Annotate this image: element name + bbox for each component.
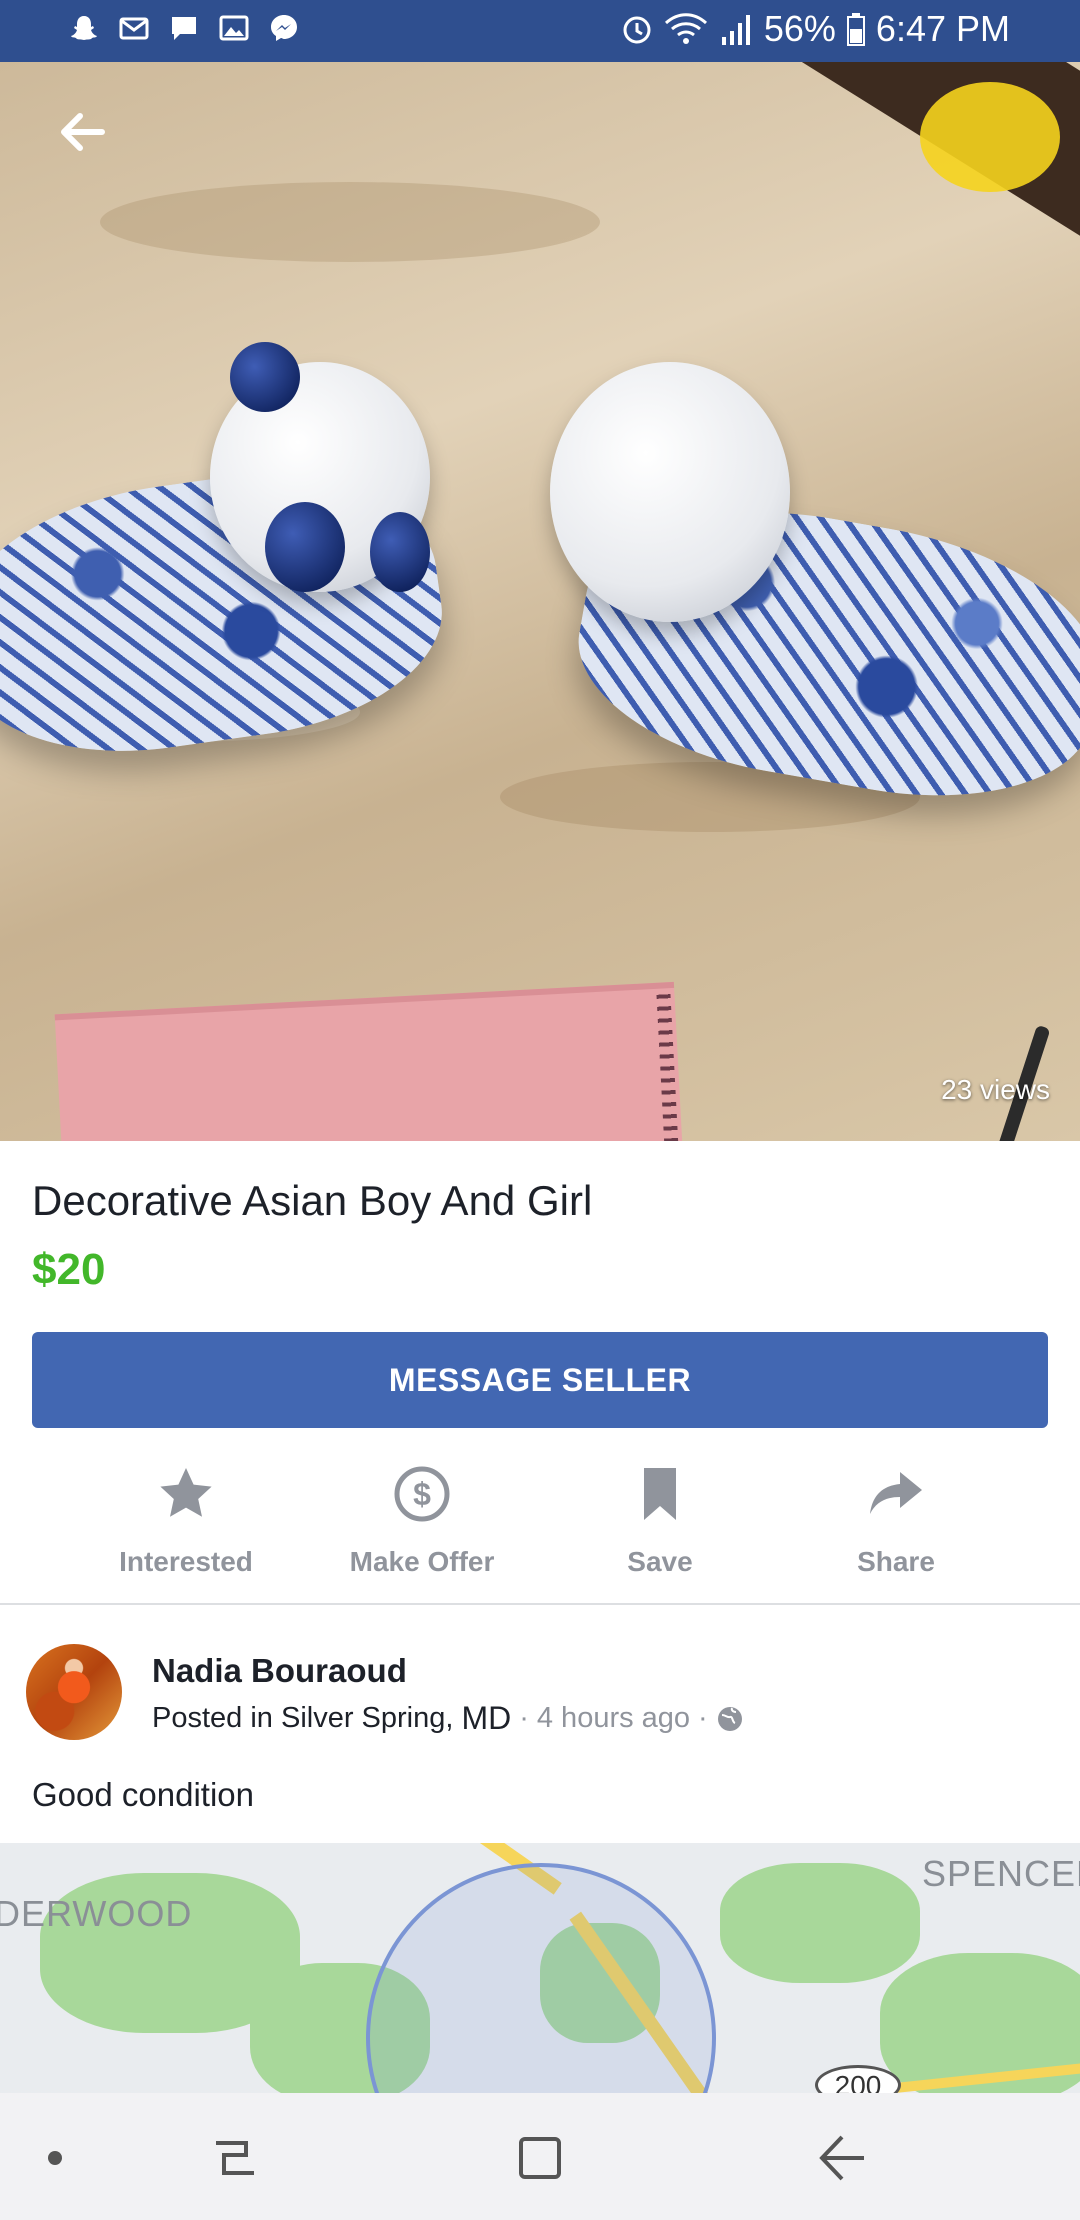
globe-icon	[717, 1706, 742, 1731]
home-icon[interactable]	[505, 2123, 575, 2193]
section-divider	[0, 1603, 1080, 1605]
battery-percent: 56%	[763, 8, 836, 49]
posted-location: Posted in Silver Spring,	[152, 1702, 454, 1734]
seller-avatar[interactable]	[26, 1644, 122, 1740]
messenger-icon	[271, 15, 297, 41]
clock: 6:47 PM	[875, 8, 1010, 49]
back-icon[interactable]	[808, 2123, 878, 2193]
seller-meta: Posted in Silver Spring, MD · 4 hours ag…	[152, 1700, 744, 1737]
bookmark-icon	[644, 1468, 676, 1520]
star-icon	[160, 1468, 212, 1517]
message-icon	[172, 17, 196, 40]
hair-bun	[370, 512, 430, 592]
dot-icon[interactable]	[20, 2123, 90, 2193]
action-label: Save	[627, 1546, 693, 1577]
status-bar: 56% 6:47 PM	[0, 0, 1080, 62]
gmail-icon	[119, 17, 149, 40]
svg-text:$: $	[413, 1476, 431, 1512]
location-map[interactable]: DERWOOD SPENCER 200	[0, 1843, 1080, 2093]
listing-title: Decorative Asian Boy And Girl	[32, 1177, 593, 1224]
listing-description: Good condition	[32, 1776, 254, 1813]
status-indicators: 56% 6:47 PM	[620, 8, 1010, 50]
snapchat-icon	[71, 16, 97, 40]
hair-bun	[265, 502, 345, 592]
alarm-icon	[623, 16, 651, 44]
battery-icon	[846, 13, 865, 46]
action-label: Make Offer	[349, 1546, 495, 1577]
dollar-circle-icon: $	[394, 1466, 450, 1522]
yellow-object	[920, 82, 1060, 192]
meta-separator: ·	[519, 1702, 529, 1734]
location-radius	[366, 1863, 716, 2093]
posted-state: MD	[461, 1700, 512, 1736]
listing-photo[interactable]: 23 views	[0, 62, 1080, 1141]
seller-name[interactable]: Nadia Bouraoud	[152, 1652, 407, 1690]
share-arrow-icon	[870, 1472, 922, 1514]
meta-separator: ·	[698, 1702, 708, 1734]
map-label-spencer: SPENCER	[922, 1853, 1080, 1894]
boy-figurine	[540, 362, 1080, 922]
action-label: Interested	[119, 1546, 253, 1577]
recent-apps-icon[interactable]	[200, 2123, 270, 2193]
gallery-icon	[219, 15, 249, 41]
save-button[interactable]: Save	[542, 1460, 778, 1600]
marble-vein	[100, 182, 600, 262]
notepad	[54, 981, 686, 1141]
back-arrow-icon[interactable]	[52, 102, 112, 162]
message-seller-button[interactable]: MESSAGE SELLER	[32, 1332, 1048, 1428]
map-label-derwood: DERWOOD	[0, 1893, 193, 1934]
action-label: Share	[857, 1546, 935, 1577]
girl-figurine	[0, 302, 480, 822]
signal-icon	[721, 15, 750, 45]
hair-bun	[230, 342, 300, 412]
map-park	[720, 1863, 920, 1983]
make-offer-button[interactable]: $ Make Offer	[304, 1460, 540, 1600]
interested-button[interactable]: Interested	[68, 1460, 304, 1600]
figurine-head	[550, 362, 790, 622]
wifi-icon	[664, 13, 707, 44]
notification-icons	[68, 12, 300, 44]
view-count: 23 views	[941, 1074, 1050, 1105]
share-button[interactable]: Share	[778, 1460, 1014, 1600]
posted-time: 4 hours ago	[536, 1702, 691, 1734]
action-bar: Interested $ Make Offer Save Share	[0, 1460, 1080, 1600]
listing-price: $20	[32, 1245, 106, 1294]
system-nav-bar	[0, 2093, 1080, 2220]
